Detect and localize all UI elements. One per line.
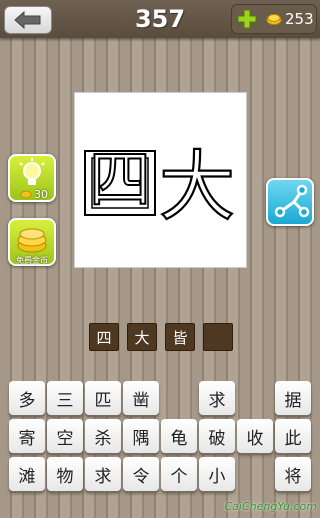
coin-icon	[20, 190, 32, 199]
coin-icon	[266, 14, 282, 25]
answer-slot-4[interactable]	[203, 323, 233, 351]
coin-balance: 253	[231, 4, 317, 34]
letter-tile[interactable]: 寄	[9, 419, 45, 453]
top-bar: 357 253	[0, 0, 320, 38]
back-button[interactable]	[4, 6, 52, 34]
picture-char-2: 大	[159, 142, 235, 231]
letter-tile[interactable]: 匹	[85, 381, 121, 415]
letter-tile[interactable]: 杀	[85, 419, 121, 453]
free-coins-button[interactable]: 免费金币	[8, 218, 56, 266]
answer-row: 四 大 皆	[89, 323, 233, 351]
level-number: 357	[134, 5, 186, 33]
letter-tile[interactable]: 将	[275, 457, 311, 491]
letter-tile[interactable]: 滩	[9, 457, 45, 491]
letter-tile[interactable]: 求	[199, 381, 235, 415]
letter-tile[interactable]: 破	[199, 419, 235, 453]
hint-button[interactable]: 30	[8, 154, 56, 202]
coin-count: 253	[285, 10, 314, 28]
answer-slot-3[interactable]: 皆	[165, 323, 195, 351]
answer-slot-2[interactable]: 大	[127, 323, 157, 351]
puzzle-picture: 四 大	[74, 92, 247, 268]
letter-tile[interactable]: 空	[47, 419, 83, 453]
letter-tile[interactable]: 隅	[123, 419, 159, 453]
add-coins-button[interactable]	[234, 6, 260, 32]
back-arrow-icon	[14, 11, 41, 29]
hint-cost: 30	[34, 188, 48, 201]
letter-tile[interactable]: 此	[275, 419, 311, 453]
letter-tile[interactable]: 凿	[123, 381, 159, 415]
share-button[interactable]	[266, 178, 314, 226]
letter-tile[interactable]: 三	[47, 381, 83, 415]
letter-tile[interactable]: 收	[237, 419, 273, 453]
lightbulb-icon	[19, 158, 45, 185]
letter-tile[interactable]: 据	[275, 381, 311, 415]
letter-tile[interactable]: 多	[9, 381, 45, 415]
answer-slot-1[interactable]: 四	[89, 323, 119, 351]
plus-icon	[237, 9, 257, 29]
letter-tile[interactable]: 令	[123, 457, 159, 491]
letter-tile[interactable]: 物	[47, 457, 83, 491]
watermark: CaiChengYu.com	[224, 500, 317, 513]
letter-tile[interactable]: 个	[161, 457, 197, 491]
share-icon	[274, 184, 310, 218]
letter-tile[interactable]: 龟	[161, 419, 197, 453]
puzzle-image: 四 大	[84, 141, 236, 232]
picture-char-1: 四	[89, 143, 151, 216]
letter-tile[interactable]: 小	[199, 457, 235, 491]
free-coins-label: 免费金币	[16, 256, 48, 265]
coin-stack-icon	[17, 228, 47, 253]
letter-tile[interactable]: 求	[85, 457, 121, 491]
